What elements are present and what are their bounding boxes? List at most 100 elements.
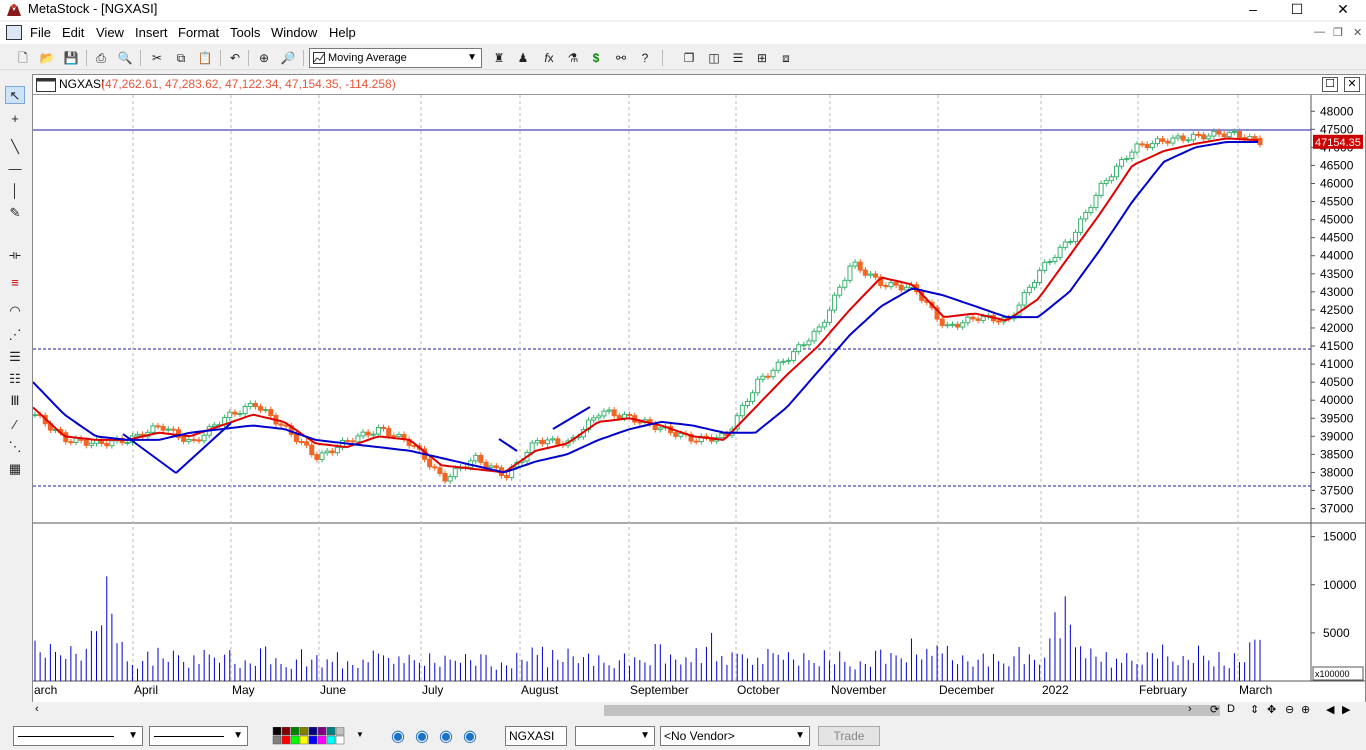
dollar-icon[interactable]: $: [587, 49, 605, 67]
fan-icon[interactable]: ⋰: [5, 326, 25, 344]
copy-icon[interactable]: ⧉: [172, 49, 190, 67]
pointer-icon[interactable]: ↖: [5, 86, 25, 104]
symbol-field[interactable]: NGXASI: [505, 726, 567, 746]
maximize-button[interactable]: ☐: [1274, 0, 1320, 20]
color-swatch[interactable]: [326, 727, 336, 736]
color-swatch[interactable]: [299, 727, 309, 736]
color-swatch[interactable]: [281, 735, 291, 745]
next-icon[interactable]: ▶: [1342, 703, 1350, 716]
previous-icon[interactable]: ◀: [1326, 703, 1334, 716]
refresh-icon[interactable]: ⟳: [1210, 703, 1219, 716]
undo-icon[interactable]: ↶: [226, 49, 244, 67]
vendor-select[interactable]: <No Vendor> ▼: [660, 726, 810, 746]
document-icon[interactable]: [6, 25, 22, 40]
retracement-icon[interactable]: ☰: [5, 348, 25, 366]
minimize-button[interactable]: –: [1230, 0, 1276, 20]
mdi-close-icon[interactable]: ✕: [1353, 26, 1362, 39]
menu-window[interactable]: Window: [271, 25, 317, 40]
menu-format[interactable]: Format: [178, 25, 219, 40]
time-zones-icon[interactable]: ☷: [5, 370, 25, 388]
arrange-icon[interactable]: ⧈: [777, 49, 795, 67]
color-swatch[interactable]: [317, 727, 327, 736]
browser-edge-icon[interactable]: ◉: [439, 726, 453, 746]
tile-horizontal-icon[interactable]: ☰: [729, 49, 747, 67]
crosshair-icon[interactable]: ⊕: [255, 49, 273, 67]
line-weight-select[interactable]: ▼: [149, 726, 248, 746]
expand-vertical-icon[interactable]: ⇕: [1250, 703, 1259, 716]
explorer-icon[interactable]: ♟: [514, 49, 532, 67]
color-swatch[interactable]: [272, 735, 282, 745]
vertical-line-icon[interactable]: │: [5, 182, 25, 200]
color-swatch[interactable]: [317, 735, 327, 745]
system-tester-icon[interactable]: ⚗: [564, 49, 582, 67]
indicator-select[interactable]: Moving Average ▼: [309, 48, 482, 68]
color-swatch[interactable]: [335, 727, 345, 736]
zoom-in-icon[interactable]: ⊕: [1301, 703, 1310, 716]
mdi-minimize-icon[interactable]: —: [1314, 26, 1325, 38]
fibonacci-icon[interactable]: ≡: [5, 274, 25, 292]
cut-icon[interactable]: ✂: [148, 49, 166, 67]
color-swatch[interactable]: [308, 735, 318, 745]
binoculars-icon[interactable]: ⚯: [612, 49, 630, 67]
color-swatch[interactable]: [326, 735, 336, 745]
chart-window[interactable]: NGXASI (47,262.61, 47,283.62, 47,122.34,…: [32, 74, 1366, 704]
horizontal-line-icon[interactable]: —: [5, 160, 25, 178]
scroll-left-icon[interactable]: ‹: [35, 703, 39, 715]
periodicity-select[interactable]: ▼: [575, 726, 655, 746]
color-swatch[interactable]: [308, 727, 318, 736]
vertical-lines-icon[interactable]: Ⅲ: [5, 392, 25, 410]
zoom-out-icon[interactable]: ⊖: [1285, 703, 1294, 716]
menu-help[interactable]: Help: [329, 25, 356, 40]
text-tool-icon[interactable]: ✎: [5, 204, 25, 222]
candle-up: [360, 431, 366, 437]
menu-view[interactable]: View: [96, 25, 124, 40]
line-style-select[interactable]: ▼: [13, 726, 143, 746]
open-icon[interactable]: 📂: [38, 49, 56, 67]
menu-insert[interactable]: Insert: [135, 25, 168, 40]
menu-edit[interactable]: Edit: [62, 25, 84, 40]
expert-advisor-icon[interactable]: ♜: [490, 49, 508, 67]
formula-icon[interactable]: fx: [540, 49, 558, 67]
palette-chevron-icon[interactable]: ▼: [356, 730, 364, 739]
color-palette[interactable]: [272, 727, 356, 745]
grid-tool-icon[interactable]: ▦: [5, 460, 25, 478]
trade-button[interactable]: Trade: [818, 726, 880, 746]
gann-fan-icon[interactable]: ⋱: [5, 438, 25, 456]
date-icon[interactable]: D: [1227, 703, 1235, 715]
new-icon[interactable]: 🗋: [14, 49, 32, 67]
color-swatch[interactable]: [290, 727, 300, 736]
price-chart[interactable]: arch April May June July August September Octob…: [33, 95, 1365, 703]
browser-edge-icon[interactable]: ◉: [463, 726, 477, 746]
color-swatch[interactable]: [272, 727, 282, 736]
cascade-icon[interactable]: ❐: [680, 49, 698, 67]
close-button[interactable]: ✕: [1320, 0, 1366, 20]
print-preview-icon[interactable]: 🔍: [116, 49, 134, 67]
browser-edge-icon[interactable]: ◉: [415, 726, 429, 746]
menu-tools[interactable]: Tools: [230, 25, 260, 40]
horizontal-scrollbar[interactable]: ‹ › ⟳ D ⇕ ✥ ⊖ ⊕ ◀ ▶: [32, 702, 1366, 720]
color-swatch[interactable]: [281, 727, 291, 736]
arcs-icon[interactable]: ◠: [5, 302, 25, 320]
tile-grid-icon[interactable]: ⊞: [753, 49, 771, 67]
browser-edge-icon[interactable]: ◉: [391, 726, 405, 746]
zoom-icon[interactable]: 🔎: [279, 49, 297, 67]
tile-vertical-icon[interactable]: ◫: [705, 49, 723, 67]
trendline-icon[interactable]: ╲: [5, 138, 25, 156]
color-swatch[interactable]: [290, 735, 300, 745]
menu-file[interactable]: File: [30, 25, 51, 40]
paste-icon[interactable]: 📋: [196, 49, 214, 67]
scroll-right-icon[interactable]: ›: [1188, 703, 1192, 715]
color-swatch[interactable]: [299, 735, 309, 745]
cycle-lines-icon[interactable]: ⟛: [5, 246, 25, 264]
chart-close-icon[interactable]: ✕: [1344, 77, 1360, 92]
channel-icon[interactable]: ⁄: [5, 416, 25, 434]
mdi-restore-icon[interactable]: ❐: [1333, 26, 1343, 39]
scrollbar-thumb[interactable]: [604, 705, 1220, 716]
crosshair-tool-icon[interactable]: +: [5, 110, 25, 128]
color-swatch[interactable]: [335, 735, 345, 745]
help-cursor-icon[interactable]: ?: [636, 49, 654, 67]
save-icon[interactable]: 💾: [62, 49, 80, 67]
chart-maximize-icon[interactable]: ☐: [1322, 77, 1338, 92]
print-icon[interactable]: ⎙: [92, 49, 110, 67]
move-icon[interactable]: ✥: [1267, 703, 1276, 716]
